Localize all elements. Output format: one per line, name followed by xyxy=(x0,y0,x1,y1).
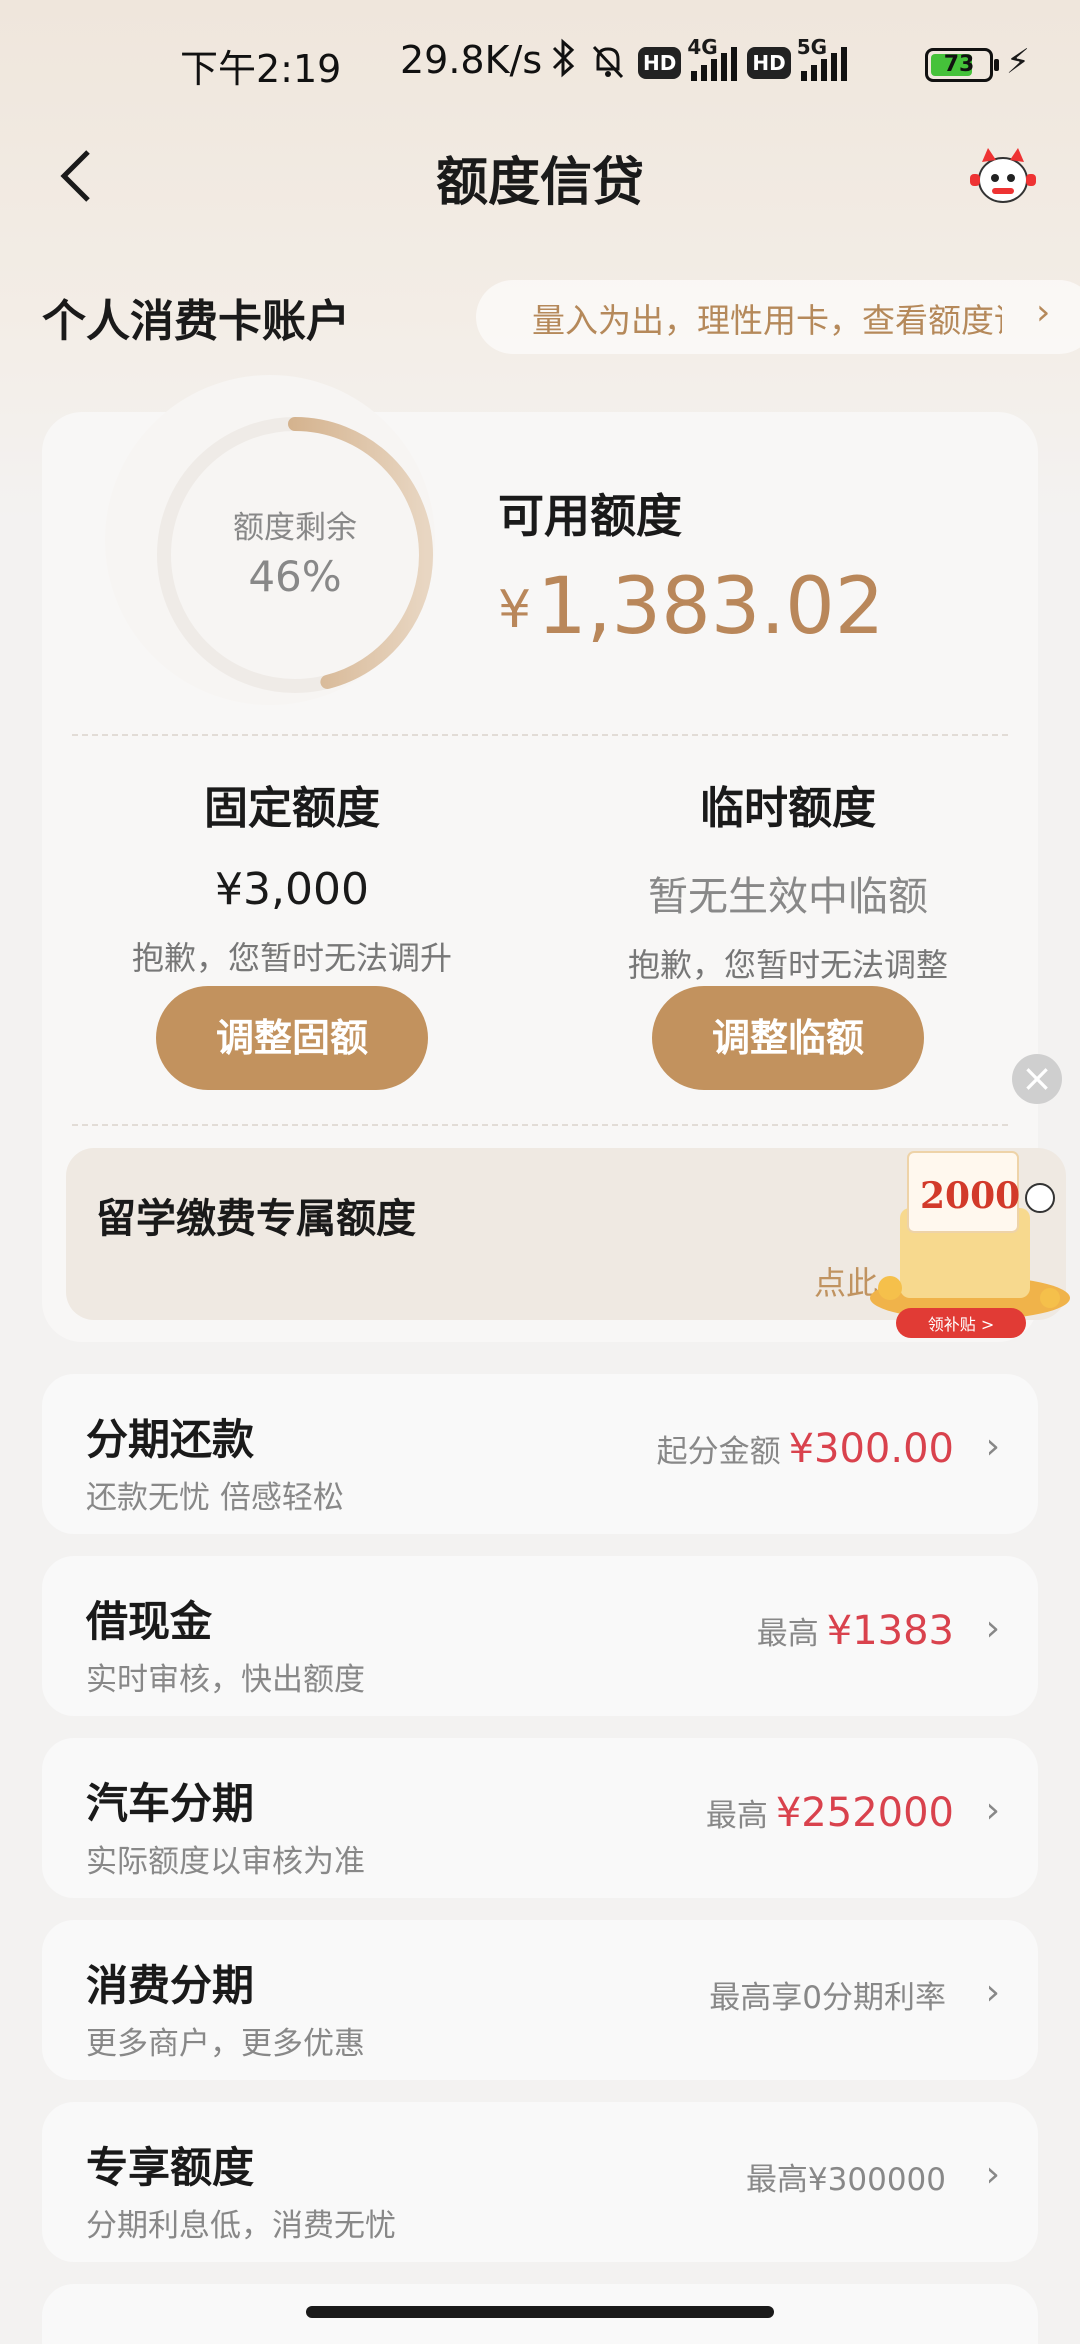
rational-use-banner[interactable]: 量入为出，理性用卡，查看额度详情 › xyxy=(476,280,1080,354)
nav-bar: 额度信贷 xyxy=(0,120,1080,230)
item-title: 汽车分期 xyxy=(86,1779,255,1828)
signal-4g-icon: 4G xyxy=(687,35,738,81)
ring-percentage: 46% xyxy=(248,552,342,601)
chevron-right-icon: › xyxy=(985,1972,1000,2013)
list-item-cash-loan[interactable]: 借现金 实时审核，快出额度 最高 ¥1383 › xyxy=(42,1556,1038,1716)
list-item-consumer-installment[interactable]: 消费分期 更多商户，更多优惠 最高享0分期利率 › xyxy=(42,1920,1038,2080)
subsidy-button-label: 领补贴 > xyxy=(928,1315,995,1334)
item-subtitle: 更多商户，更多优惠 xyxy=(86,2026,365,2062)
available-amount-value: 1,383.02 xyxy=(537,562,885,652)
list-item-car-installment[interactable]: 汽车分期 实际额度以审核为准 最高 ¥252000 › xyxy=(42,1738,1038,1898)
hd-badge: HD xyxy=(638,47,682,79)
item-right: 最高享0分期利率 xyxy=(709,1980,946,2016)
chevron-right-icon: › xyxy=(985,1790,1000,1831)
mute-bell-icon xyxy=(588,41,628,85)
available-quota-amount: ¥1,383.02 xyxy=(498,562,884,652)
fixed-quota-block: 固定额度 ¥3,000 抱歉，您暂时无法调升 xyxy=(42,772,542,979)
item-right: 最高¥300000 xyxy=(745,2162,946,2198)
mascot-assistant-icon[interactable] xyxy=(968,140,1038,210)
list-item-installment-repay[interactable]: 分期还款 还款无忧 倍感轻松 起分金额 ¥300.00 › xyxy=(42,1374,1038,1534)
available-quota-label: 可用额度 xyxy=(498,489,682,543)
close-icon[interactable]: × xyxy=(1012,1054,1062,1104)
fixed-quota-value: ¥3,000 xyxy=(215,864,369,915)
divider-2 xyxy=(72,1124,1008,1126)
hd-badge-2: HD xyxy=(747,47,791,79)
charging-icon: ⚡ xyxy=(1006,42,1030,82)
account-section-title: 个人消费卡账户 xyxy=(42,296,350,347)
status-time: 下午2:19 xyxy=(180,47,342,91)
fixed-quota-note: 抱歉，您暂时无法调升 xyxy=(131,939,452,977)
chevron-right-icon: › xyxy=(1036,292,1051,333)
list-item-exclusive-quota[interactable]: 专享额度 分期利息低，消费无忧 最高¥300000 › xyxy=(42,2102,1038,2262)
item-subtitle: 实际额度以审核为准 xyxy=(86,1844,365,1880)
item-right: 最高 ¥1383 xyxy=(756,1608,954,1654)
item-subtitle: 实时审核，快出额度 xyxy=(86,1662,365,1698)
temp-quota-title: 临时额度 xyxy=(700,783,876,834)
item-title: 消费分期 xyxy=(86,1961,255,2010)
status-icons: HD 4G HD 5G xyxy=(548,35,847,88)
bluetooth-icon xyxy=(548,38,578,88)
item-title: 分期还款 xyxy=(86,1415,255,1464)
currency-symbol: ¥ xyxy=(498,580,532,640)
divider xyxy=(72,734,1008,736)
item-title: 专享额度 xyxy=(86,2143,255,2192)
network-speed: 29.8K/s xyxy=(400,38,543,82)
adjust-temp-quota-button[interactable]: 调整临额 xyxy=(652,986,924,1090)
chevron-right-icon: › xyxy=(985,1426,1000,1467)
item-title: 借现金 xyxy=(86,1597,213,1646)
chevron-right-icon: › xyxy=(985,1608,1000,1649)
page-title: 额度信贷 xyxy=(435,153,644,213)
item-right: 起分金额 ¥300.00 xyxy=(656,1426,954,1472)
banner-text: 量入为出，理性用卡，查看额度详情 xyxy=(532,301,1002,340)
study-abroad-title: 留学缴费专属额度 xyxy=(96,1196,416,1242)
temp-quota-note: 抱歉，您暂时无法调整 xyxy=(627,946,948,984)
fixed-quota-title: 固定额度 xyxy=(204,783,380,834)
item-right: 最高 ¥252000 xyxy=(705,1790,954,1836)
home-indicator[interactable] xyxy=(306,2306,774,2318)
ring-label: 额度剩余 xyxy=(233,510,357,546)
subsidy-gift-illustration[interactable]: 2000 领补贴 > xyxy=(860,1148,1080,1348)
status-bar: 下午2:19 29.8K/s HD 4G HD 5G 73 ⚡ xyxy=(0,0,1080,120)
chevron-right-icon: › xyxy=(985,2154,1000,2195)
item-subtitle: 分期利息低，消费无忧 xyxy=(86,2208,396,2244)
temp-quota-block: 临时额度 暂无生效中临额 抱歉，您暂时无法调整 xyxy=(538,772,1038,986)
item-subtitle: 还款无忧 倍感轻松 xyxy=(86,1480,344,1516)
adjust-fixed-quota-button[interactable]: 调整固额 xyxy=(156,986,428,1090)
battery-icon: 73 xyxy=(925,48,999,82)
signal-5g-icon: 5G xyxy=(797,35,847,81)
temp-quota-value: 暂无生效中临额 xyxy=(648,874,928,920)
subsidy-amount: 2000 xyxy=(920,1175,1020,1217)
